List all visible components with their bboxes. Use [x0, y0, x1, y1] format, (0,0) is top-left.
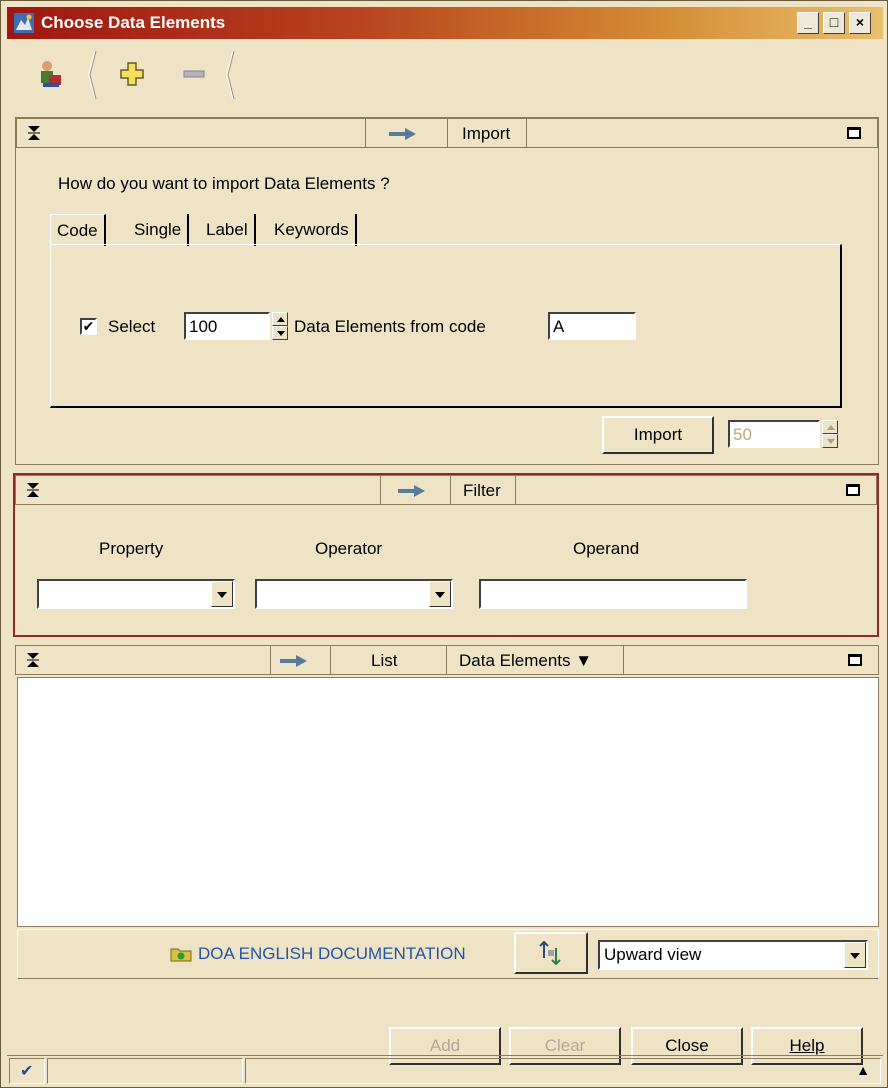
operator-column-header: Operator [315, 539, 383, 558]
sort-button[interactable] [514, 932, 588, 974]
view-dropdown-button[interactable] [844, 942, 866, 968]
filter-header-cell: Filter [450, 476, 516, 504]
toolbar [7, 43, 883, 107]
maximize-button[interactable]: □ [823, 12, 845, 34]
code-field[interactable]: A [548, 312, 636, 340]
collapse-icon[interactable] [26, 482, 40, 498]
sort-icon [539, 940, 561, 966]
batch-spinner[interactable] [822, 420, 838, 448]
arrow-right-icon [389, 128, 416, 140]
import-panel: Import How do you want to import Data El… [15, 117, 879, 465]
list-header-label: List [371, 651, 398, 670]
window-title: Choose Data Elements [41, 13, 226, 32]
data-elements-dropdown-label: Data Elements ▼ [459, 651, 593, 670]
count-field[interactable]: 100 [184, 312, 270, 340]
status-cell-main: ▲ [245, 1058, 881, 1084]
maximize-panel-icon[interactable] [848, 654, 862, 666]
batch-field[interactable]: 50 [728, 420, 820, 448]
status-bar: ✔ ▲ [7, 1055, 883, 1085]
data-elements-list[interactable] [17, 677, 879, 927]
tab-code[interactable]: Code [50, 214, 106, 246]
property-dropdown-button[interactable] [211, 581, 233, 607]
toolbar-separator [88, 50, 97, 100]
operand-field[interactable] [479, 579, 747, 609]
tab-keywords[interactable]: Keywords [268, 214, 357, 246]
data-elements-dropdown[interactable]: Data Elements ▼ [446, 646, 624, 674]
folder-icon [170, 948, 192, 962]
select-label: Select [108, 317, 156, 336]
scroll-up-icon[interactable]: ▲ [856, 1062, 870, 1078]
toolbar-separator-2 [226, 50, 235, 100]
arrow-cell [365, 119, 445, 147]
close-button[interactable]: × [849, 12, 871, 34]
spinner-down[interactable] [272, 326, 288, 340]
status-cell-message [47, 1058, 243, 1084]
spinner-up[interactable] [272, 312, 288, 326]
view-value: Upward view [604, 945, 702, 964]
batch-spinner-down[interactable] [822, 434, 838, 448]
operator-combo[interactable] [255, 579, 453, 609]
users-icon[interactable] [33, 57, 67, 91]
property-column-header: Property [99, 539, 164, 558]
filter-header-label: Filter [463, 481, 501, 500]
collapse-icon[interactable] [26, 652, 40, 668]
app-icon [14, 13, 34, 33]
import-header-label: Import [462, 124, 511, 143]
import-question: How do you want to import Data Elements … [58, 174, 390, 193]
arrow-cell [380, 476, 450, 504]
plus-icon[interactable] [115, 57, 149, 91]
maximize-panel-icon[interactable] [846, 484, 860, 496]
import-panel-header: Import [16, 118, 878, 148]
collapse-icon[interactable] [27, 125, 41, 141]
tab-single[interactable]: Single [128, 214, 190, 246]
checkmark-icon: ✔ [20, 1063, 34, 1080]
title-bar[interactable]: Choose Data Elements _ □ × [7, 7, 883, 39]
filter-panel: Filter Property Operator Operand [13, 473, 879, 637]
list-panel-header: List Data Elements ▼ [15, 645, 879, 675]
select-checkbox[interactable]: ✔ [80, 318, 97, 335]
import-button[interactable]: Import [602, 416, 714, 454]
list-footer: DOA ENGLISH DOCUMENTATION Upward view [17, 929, 879, 979]
operand-column-header: Operand [573, 539, 640, 558]
list-panel: List Data Elements ▼ DOA ENGLISH DOCUMEN… [15, 645, 879, 1009]
documentation-link[interactable]: DOA ENGLISH DOCUMENTATION [198, 944, 466, 964]
count-spinner[interactable] [272, 312, 288, 340]
list-header-cell: List [330, 646, 446, 674]
arrow-right-icon [398, 485, 425, 497]
import-header-cell: Import [447, 119, 527, 147]
view-combo[interactable]: Upward view [598, 940, 868, 970]
minimize-button[interactable]: _ [797, 12, 819, 34]
property-combo[interactable] [37, 579, 235, 609]
data-elements-from-code-label: Data Elements from code [294, 317, 486, 336]
maximize-panel-icon[interactable] [847, 127, 861, 139]
minus-icon[interactable] [177, 57, 211, 91]
operator-dropdown-button[interactable] [429, 581, 451, 607]
filter-panel-header: Filter [15, 475, 877, 505]
arrow-right-icon [280, 655, 307, 667]
batch-spinner-up[interactable] [822, 420, 838, 434]
tab-label[interactable]: Label [200, 214, 256, 246]
status-cell-ok: ✔ [9, 1058, 45, 1084]
choose-data-elements-window: Choose Data Elements _ □ × Import How do… [0, 0, 888, 1088]
arrow-cell [270, 646, 330, 674]
